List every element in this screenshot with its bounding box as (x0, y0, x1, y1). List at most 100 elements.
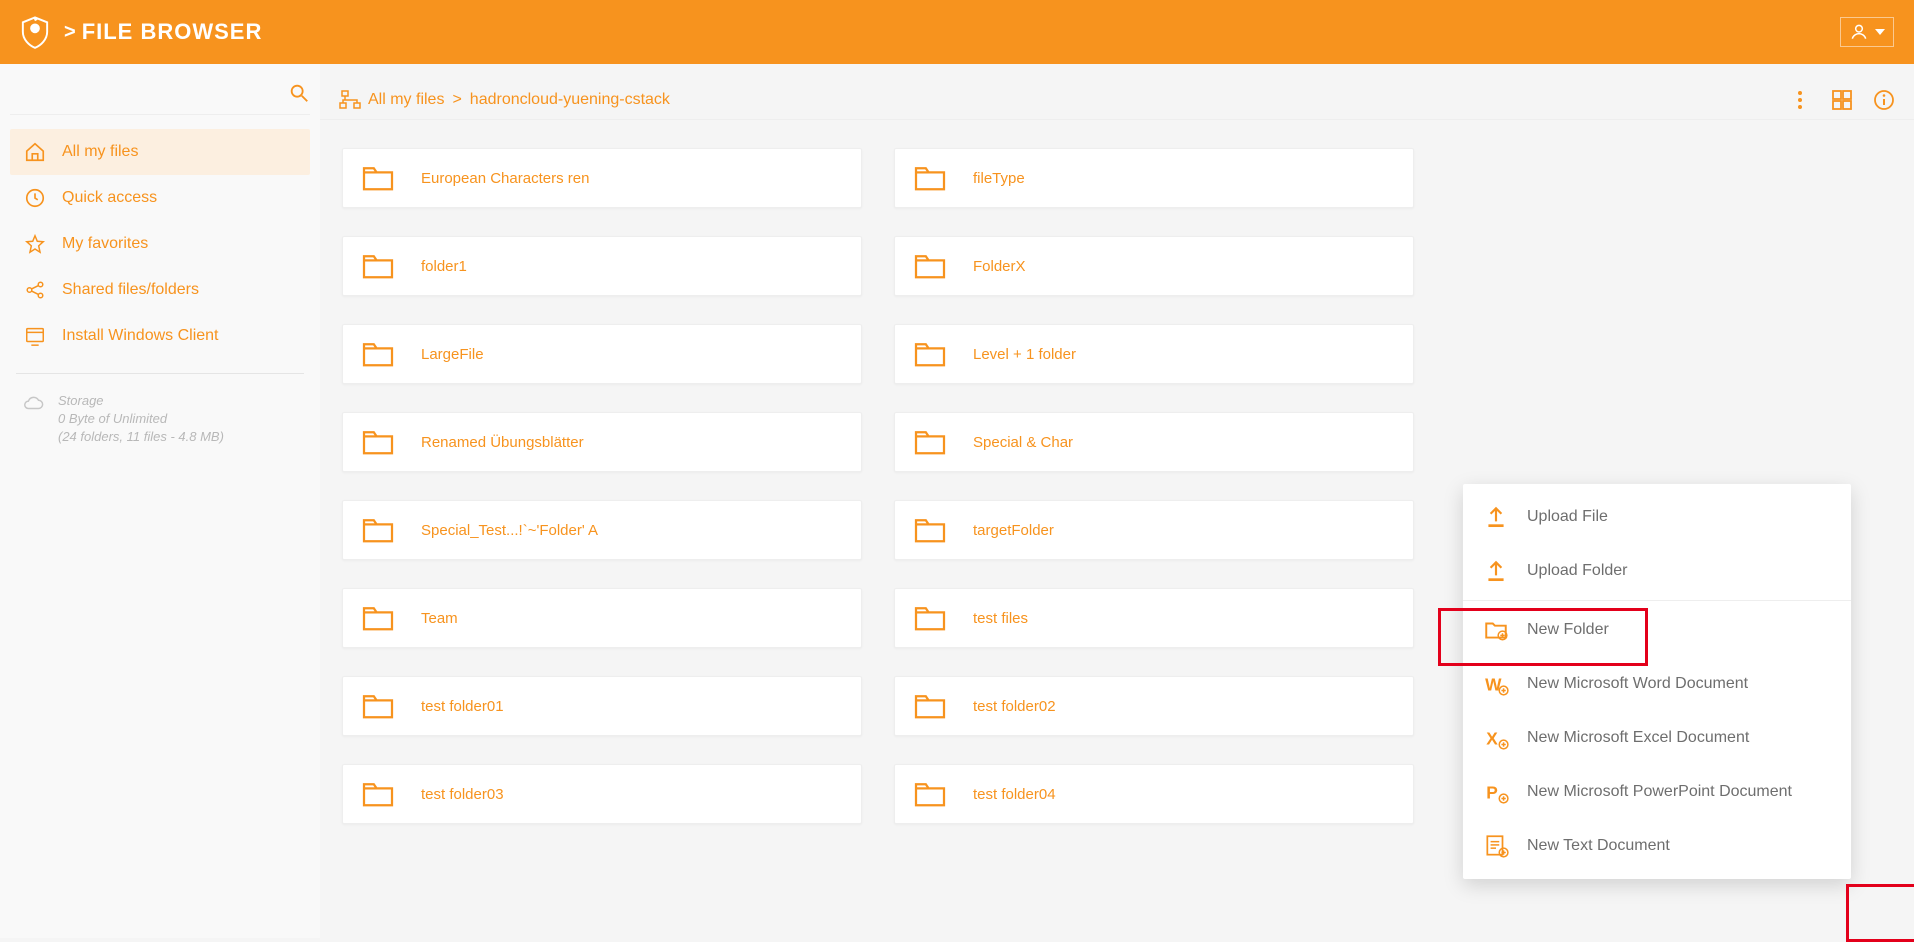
breadcrumb: All my files > hadroncloud-yuening-cstac… (338, 88, 670, 112)
folder-label: fileType (973, 170, 1025, 187)
folder-icon (913, 604, 947, 632)
sidebar-item-quick-access[interactable]: Quick access (10, 175, 310, 221)
folder-icon (361, 340, 395, 368)
powerpoint-icon: P (1483, 779, 1509, 805)
folder-card[interactable]: test folder04 (894, 764, 1414, 824)
search-row (10, 76, 310, 115)
cm-new-word[interactable]: W New Microsoft Word Document (1463, 657, 1851, 711)
folder-card[interactable]: Special_Test...!`~'Folder' A (342, 500, 862, 560)
context-menu: Upload File Upload Folder New Folder W N… (1463, 484, 1851, 879)
folder-icon (361, 516, 395, 544)
star-icon (24, 233, 46, 255)
grid-view-icon[interactable] (1830, 88, 1854, 112)
sitemap-icon (338, 88, 362, 112)
cm-upload-file[interactable]: Upload File (1463, 490, 1851, 544)
menu-separator (1463, 600, 1851, 601)
folder-icon (913, 428, 947, 456)
cm-new-folder[interactable]: New Folder (1463, 603, 1851, 657)
sidebar-item-label: My favorites (62, 235, 148, 253)
folder-card[interactable]: LargeFile (342, 324, 862, 384)
cm-label: Upload Folder (1527, 562, 1628, 580)
sidebar-item-label: Install Windows Client (62, 327, 219, 345)
folder-label: European Characters ren (421, 170, 589, 187)
cm-new-powerpoint[interactable]: P New Microsoft PowerPoint Document (1463, 765, 1851, 819)
folder-label: test files (973, 610, 1028, 627)
upload-file-icon (1483, 504, 1509, 530)
cloud-icon (22, 394, 44, 412)
sidebar-item-shared[interactable]: Shared files/folders (10, 267, 310, 313)
cm-label: New Text Document (1527, 837, 1670, 855)
app-logo-icon (20, 15, 50, 49)
header-left: > FILE BROWSER (20, 15, 262, 49)
search-icon[interactable] (288, 82, 310, 104)
sidebar-item-all-my-files[interactable]: All my files (10, 129, 310, 175)
folder-label: test folder01 (421, 698, 504, 715)
cm-label: New Folder (1527, 621, 1609, 639)
folder-label: test folder04 (973, 786, 1056, 803)
breadcrumb-current[interactable]: hadroncloud-yuening-cstack (470, 91, 670, 109)
sidebar-item-my-favorites[interactable]: My favorites (10, 221, 310, 267)
folder-card[interactable]: test folder02 (894, 676, 1414, 736)
folder-label: targetFolder (973, 522, 1054, 539)
folder-card[interactable]: Team (342, 588, 862, 648)
user-menu-button[interactable] (1840, 17, 1894, 47)
folder-label: Renamed Übungsblätter (421, 434, 584, 451)
page-title: FILE BROWSER (82, 19, 263, 45)
svg-text:X: X (1486, 729, 1498, 749)
folder-card[interactable]: folder1 (342, 236, 862, 296)
folder-card[interactable]: test folder03 (342, 764, 862, 824)
toolbar: All my files > hadroncloud-yuening-cstac… (320, 64, 1914, 120)
user-icon (1849, 22, 1869, 42)
header-separator: > (64, 21, 76, 44)
folder-card[interactable]: Renamed Übungsblätter (342, 412, 862, 472)
folder-icon (913, 340, 947, 368)
share-icon (24, 279, 46, 301)
cm-upload-folder[interactable]: Upload Folder (1463, 544, 1851, 598)
chevron-down-icon (1875, 29, 1885, 35)
storage-title: Storage (58, 392, 224, 410)
sidebar-item-label: All my files (62, 143, 138, 161)
breadcrumb-separator: > (452, 91, 461, 109)
folder-label: test folder02 (973, 698, 1056, 715)
svg-text:P: P (1486, 783, 1498, 803)
folder-icon (361, 780, 395, 808)
excel-icon: X (1483, 725, 1509, 751)
sidebar-item-label: Shared files/folders (62, 281, 199, 299)
storage-info: Storage 0 Byte of Unlimited (24 folders,… (10, 388, 310, 451)
folder-label: FolderX (973, 258, 1026, 275)
folder-card[interactable]: Special & Char (894, 412, 1414, 472)
cm-label: Upload File (1527, 508, 1608, 526)
text-document-icon (1483, 833, 1509, 859)
word-icon: W (1483, 671, 1509, 697)
folder-label: Special & Char (973, 434, 1073, 451)
new-folder-icon (1483, 617, 1509, 643)
divider (16, 373, 304, 374)
folder-card[interactable]: fileType (894, 148, 1414, 208)
breadcrumb-root[interactable]: All my files (368, 91, 444, 109)
sidebar: All my files Quick access My favorites S… (0, 64, 320, 938)
cm-new-text[interactable]: New Text Document (1463, 819, 1851, 873)
folder-card[interactable]: Level + 1 folder (894, 324, 1414, 384)
info-icon[interactable] (1872, 88, 1896, 112)
folder-card[interactable]: FolderX (894, 236, 1414, 296)
folder-icon (913, 692, 947, 720)
cm-label: New Microsoft Word Document (1527, 675, 1748, 693)
folder-card[interactable]: test folder01 (342, 676, 862, 736)
windows-icon (24, 325, 46, 347)
folder-icon (361, 428, 395, 456)
folder-icon (361, 604, 395, 632)
folder-card[interactable]: European Characters ren (342, 148, 862, 208)
storage-details: (24 folders, 11 files - 4.8 MB) (58, 428, 224, 446)
folder-label: LargeFile (421, 346, 484, 363)
folder-label: test folder03 (421, 786, 504, 803)
more-options-icon[interactable] (1788, 88, 1812, 112)
folder-card[interactable]: targetFolder (894, 500, 1414, 560)
sidebar-item-install-client[interactable]: Install Windows Client (10, 313, 310, 359)
folder-icon (913, 252, 947, 280)
cm-new-excel[interactable]: X New Microsoft Excel Document (1463, 711, 1851, 765)
folder-icon (361, 252, 395, 280)
folder-card[interactable]: test files (894, 588, 1414, 648)
upload-folder-icon (1483, 558, 1509, 584)
folder-icon (361, 692, 395, 720)
sidebar-item-label: Quick access (62, 189, 157, 207)
